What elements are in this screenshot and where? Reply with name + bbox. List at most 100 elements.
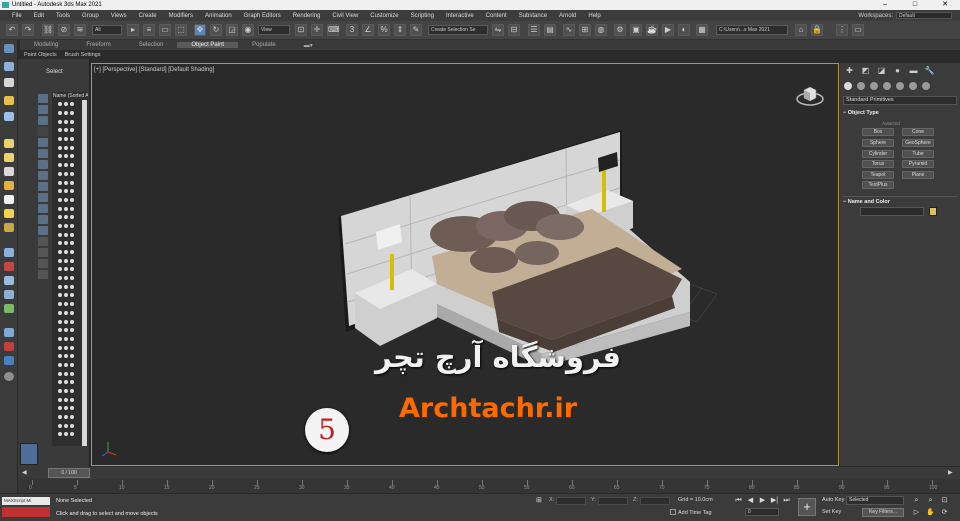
freeze-icon[interactable] bbox=[70, 345, 74, 350]
zoom-all-icon[interactable]: ⌕ bbox=[926, 496, 935, 505]
freeze-icon[interactable] bbox=[64, 328, 68, 333]
freeze-icon[interactable] bbox=[64, 276, 68, 281]
visibility-icon[interactable] bbox=[58, 223, 62, 228]
create-tab-icon[interactable]: ✚ bbox=[844, 66, 855, 75]
go-to-end-icon[interactable]: ⏭ bbox=[782, 496, 791, 505]
torus-button[interactable]: Torus bbox=[862, 160, 894, 168]
visibility-icon[interactable] bbox=[58, 302, 62, 307]
freeze-icon[interactable] bbox=[70, 206, 74, 211]
visibility-icon[interactable] bbox=[58, 189, 62, 194]
visibility-icon[interactable] bbox=[58, 180, 62, 185]
y-coordinate-field[interactable] bbox=[598, 497, 628, 505]
freeze-icon[interactable] bbox=[70, 145, 74, 150]
freeze-icon[interactable] bbox=[64, 293, 68, 298]
time-slider-next-icon[interactable]: ▶ bbox=[948, 469, 953, 476]
freeze-icon[interactable] bbox=[64, 128, 68, 133]
visibility-icon[interactable] bbox=[58, 284, 62, 289]
primitive-type-dropdown[interactable]: Standard Primitives bbox=[843, 96, 957, 105]
visibility-icon[interactable] bbox=[58, 232, 62, 237]
spacewarp-filter-icon[interactable] bbox=[38, 182, 48, 191]
mirror-icon[interactable]: ⇋ bbox=[492, 24, 504, 36]
project-folder-dropdown[interactable]: C:\Users\...s Max 2021 bbox=[716, 25, 788, 35]
visibility-icon[interactable] bbox=[58, 154, 62, 159]
group-filter-icon[interactable] bbox=[38, 193, 48, 202]
spacewarp-icon[interactable] bbox=[4, 262, 14, 271]
freeze-icon[interactable] bbox=[70, 128, 74, 133]
teapot-button[interactable]: Teapot bbox=[862, 171, 894, 179]
visibility-icon[interactable] bbox=[58, 354, 62, 359]
display-all-icon[interactable] bbox=[38, 105, 48, 114]
selection-filter-dropdown[interactable]: All bbox=[92, 25, 122, 35]
pan-icon[interactable]: ✋ bbox=[926, 508, 935, 517]
light-icon[interactable] bbox=[4, 96, 14, 105]
freeze-icon[interactable] bbox=[70, 137, 74, 142]
menu-create[interactable]: Create bbox=[133, 13, 163, 19]
rendered-frame-window-icon[interactable]: ▣ bbox=[630, 24, 642, 36]
z-coordinate-field[interactable] bbox=[640, 497, 670, 505]
select-scale-icon[interactable]: ◲ bbox=[226, 24, 238, 36]
select-rotate-icon[interactable]: ↻ bbox=[210, 24, 222, 36]
bone-filter-icon[interactable] bbox=[38, 215, 48, 224]
freeze-icon[interactable] bbox=[70, 362, 74, 367]
render-setup-icon[interactable]: ⚙ bbox=[614, 24, 626, 36]
minimize-button[interactable]: – bbox=[870, 0, 900, 10]
freeze-icon[interactable] bbox=[64, 284, 68, 289]
freeze-icon[interactable] bbox=[70, 241, 74, 246]
textplus-button[interactable]: TextPlus bbox=[862, 181, 894, 189]
timeline-track[interactable]: 0 5 10 15 20 25 30 35 40 45 50 55 60 65 70 75 80 85 90 95 10… bbox=[18, 479, 960, 493]
freeze-icon[interactable] bbox=[64, 163, 68, 168]
freeze-icon[interactable] bbox=[64, 145, 68, 150]
freeze-icon[interactable] bbox=[70, 415, 74, 420]
menu-edit[interactable]: Edit bbox=[28, 13, 50, 19]
filter-icon[interactable] bbox=[38, 259, 48, 268]
key-filters-button[interactable]: Key Filters... bbox=[862, 508, 904, 517]
visibility-icon[interactable] bbox=[58, 345, 62, 350]
rect-selection-icon[interactable]: ▭ bbox=[159, 24, 171, 36]
freeze-icon[interactable] bbox=[64, 232, 68, 237]
freeze-icon[interactable] bbox=[64, 336, 68, 341]
plant-icon[interactable] bbox=[4, 304, 14, 313]
bind-spacewarp-icon[interactable]: ≋ bbox=[74, 24, 86, 36]
pivot-center-icon[interactable]: ⊡ bbox=[295, 24, 307, 36]
redo-icon[interactable]: ↷ bbox=[22, 24, 34, 36]
visibility-icon[interactable] bbox=[58, 371, 62, 376]
freeze-icon[interactable] bbox=[70, 432, 74, 437]
visibility-icon[interactable] bbox=[58, 432, 62, 437]
menu-graph-editors[interactable]: Graph Editors bbox=[238, 13, 287, 19]
visibility-icon[interactable] bbox=[58, 145, 62, 150]
select-move-icon[interactable]: ✥ bbox=[194, 24, 206, 36]
zoom-icon[interactable]: ⌕ bbox=[912, 496, 921, 505]
menu-rendering[interactable]: Rendering bbox=[287, 13, 327, 19]
scene-explorer-scrollbar[interactable] bbox=[82, 100, 87, 446]
visibility-icon[interactable] bbox=[58, 380, 62, 385]
geometry-category-icon[interactable] bbox=[844, 82, 852, 90]
cone-button[interactable]: Cone bbox=[902, 128, 934, 136]
freeze-icon[interactable] bbox=[70, 293, 74, 298]
freeze-icon[interactable] bbox=[64, 111, 68, 116]
bulb-icon[interactable] bbox=[4, 195, 14, 204]
display-icon[interactable] bbox=[4, 356, 14, 365]
next-frame-icon[interactable]: ▶| bbox=[770, 496, 779, 505]
visibility-icon[interactable] bbox=[58, 250, 62, 255]
helper-filter-icon[interactable] bbox=[38, 171, 48, 180]
visibility-icon[interactable] bbox=[58, 128, 62, 133]
visibility-icon[interactable] bbox=[58, 163, 62, 168]
freeze-icon[interactable] bbox=[70, 389, 74, 394]
menu-file[interactable]: File bbox=[6, 13, 28, 19]
freeze-icon[interactable] bbox=[64, 345, 68, 350]
align-icon[interactable]: ⊟ bbox=[508, 24, 520, 36]
geometry-filter-icon[interactable] bbox=[38, 138, 48, 147]
tab-populate[interactable]: Populate bbox=[238, 42, 290, 48]
freeze-icon[interactable] bbox=[70, 223, 74, 228]
reference-coord-dropdown[interactable]: View bbox=[258, 25, 290, 35]
freeze-icon[interactable] bbox=[64, 423, 68, 428]
project-icon[interactable]: ⌂ bbox=[795, 24, 807, 36]
set-key-icon[interactable]: + bbox=[798, 498, 816, 516]
camera-icon[interactable] bbox=[4, 112, 14, 121]
render-active-shade-icon[interactable]: ◐ bbox=[678, 24, 690, 36]
camera-filter-icon[interactable] bbox=[38, 127, 48, 136]
freeze-icon[interactable] bbox=[70, 328, 74, 333]
sphere-icon[interactable] bbox=[4, 167, 14, 176]
visibility-icon[interactable] bbox=[58, 336, 62, 341]
go-to-start-icon[interactable]: ⏮ bbox=[734, 496, 743, 505]
